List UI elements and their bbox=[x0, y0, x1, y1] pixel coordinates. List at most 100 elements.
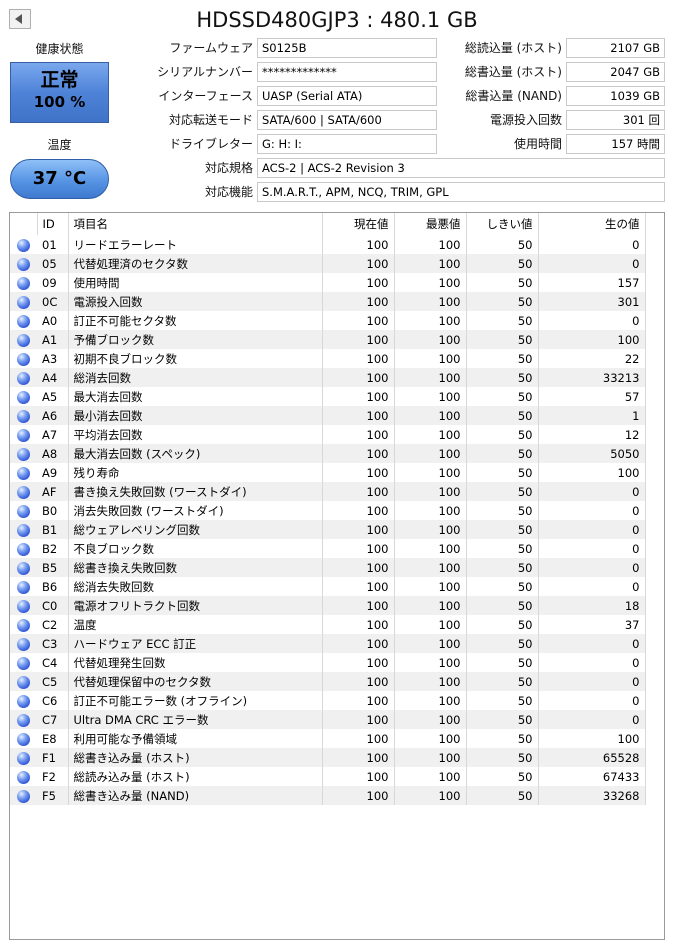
current-value-cell: 100 bbox=[322, 368, 395, 387]
current-value-cell: 100 bbox=[322, 425, 395, 444]
threshold-column-header[interactable]: しきい値 bbox=[466, 213, 539, 235]
smart-row[interactable]: A5 最大消去回数 100 100 50 57 bbox=[10, 387, 646, 406]
health-status-button[interactable]: 正常 100 % bbox=[10, 62, 109, 123]
current-value-cell: 100 bbox=[322, 387, 395, 406]
worst-column-header[interactable]: 最悪値 bbox=[394, 213, 467, 235]
smart-row[interactable]: 09 使用時間 100 100 50 157 bbox=[10, 273, 646, 292]
smart-row[interactable]: AF 書き換え失敗回数 (ワーストダイ) 100 100 50 0 bbox=[10, 482, 646, 501]
worst-value-cell: 100 bbox=[394, 558, 467, 577]
worst-value-cell: 100 bbox=[394, 311, 467, 330]
threshold-cell: 50 bbox=[466, 273, 539, 292]
smart-row[interactable]: B1 総ウェアレベリング回数 100 100 50 0 bbox=[10, 520, 646, 539]
raw-value-cell: 0 bbox=[538, 653, 646, 672]
current-value-cell: 100 bbox=[322, 235, 395, 254]
name-column-header[interactable]: 項目名 bbox=[68, 213, 323, 235]
status-cell bbox=[10, 653, 37, 672]
worst-value-cell: 100 bbox=[394, 254, 467, 273]
smart-row[interactable]: E8 利用可能な予備領域 100 100 50 100 bbox=[10, 729, 646, 748]
transfer-mode-value: SATA/600 | SATA/600 bbox=[257, 110, 437, 130]
firmware-value: S0125B bbox=[257, 38, 437, 58]
threshold-cell: 50 bbox=[466, 387, 539, 406]
smart-row[interactable]: A8 最大消去回数 (スペック) 100 100 50 5050 bbox=[10, 444, 646, 463]
threshold-cell: 50 bbox=[466, 558, 539, 577]
threshold-cell: 50 bbox=[466, 425, 539, 444]
drive-letter-label: ドライブレター bbox=[168, 137, 253, 151]
id-cell: AF bbox=[37, 482, 69, 501]
worst-value-cell: 100 bbox=[394, 330, 467, 349]
threshold-cell: 50 bbox=[466, 710, 539, 729]
raw-value-cell: 12 bbox=[538, 425, 646, 444]
smart-row[interactable]: C0 電源オフリトラクト回数 100 100 50 18 bbox=[10, 596, 646, 615]
smart-row[interactable]: B2 不良ブロック数 100 100 50 0 bbox=[10, 539, 646, 558]
threshold-cell: 50 bbox=[466, 786, 539, 805]
current-column-header[interactable]: 現在値 bbox=[322, 213, 395, 235]
smart-row[interactable]: A6 最小消去回数 100 100 50 1 bbox=[10, 406, 646, 425]
status-cell bbox=[10, 349, 37, 368]
raw-value-cell: 0 bbox=[538, 235, 646, 254]
smart-row[interactable]: 0C 電源投入回数 100 100 50 301 bbox=[10, 292, 646, 311]
smart-row[interactable]: A1 予備ブロック数 100 100 50 100 bbox=[10, 330, 646, 349]
host-writes-label: 総書込量 (ホスト) bbox=[464, 65, 562, 79]
id-column-header[interactable]: ID bbox=[37, 213, 69, 235]
worst-value-cell: 100 bbox=[394, 482, 467, 501]
firmware-label: ファームウェア bbox=[169, 41, 253, 55]
id-cell: B6 bbox=[37, 577, 69, 596]
id-cell: A3 bbox=[37, 349, 69, 368]
smart-row[interactable]: A3 初期不良ブロック数 100 100 50 22 bbox=[10, 349, 646, 368]
raw-value-cell: 0 bbox=[538, 634, 646, 653]
smart-row[interactable]: C3 ハードウェア ECC 訂正 100 100 50 0 bbox=[10, 634, 646, 653]
smart-row[interactable]: C2 温度 100 100 50 37 bbox=[10, 615, 646, 634]
smart-row[interactable]: A0 訂正不可能セクタ数 100 100 50 0 bbox=[10, 311, 646, 330]
raw-value-cell: 67433 bbox=[538, 767, 646, 786]
health-percent: 100 % bbox=[33, 93, 86, 111]
blue-circle-icon bbox=[17, 428, 30, 442]
raw-value-cell: 22 bbox=[538, 349, 646, 368]
status-cell bbox=[10, 273, 37, 292]
nand-writes-value: 1039 GB bbox=[566, 86, 665, 106]
features-value: S.M.A.R.T., APM, NCQ, TRIM, GPL bbox=[257, 182, 665, 202]
status-cell bbox=[10, 634, 37, 653]
smart-row[interactable]: A9 残り寿命 100 100 50 100 bbox=[10, 463, 646, 482]
smart-row[interactable]: F5 総書き込み量 (NAND) 100 100 50 33268 bbox=[10, 786, 646, 805]
threshold-cell: 50 bbox=[466, 368, 539, 387]
temperature-status-button[interactable]: 37 °C bbox=[10, 159, 109, 199]
smart-row[interactable]: F1 総書き込み量 (ホスト) 100 100 50 65528 bbox=[10, 748, 646, 767]
status-cell bbox=[10, 311, 37, 330]
raw-value-cell: 0 bbox=[538, 577, 646, 596]
current-value-cell: 100 bbox=[322, 539, 395, 558]
status-cell bbox=[10, 539, 37, 558]
status-cell bbox=[10, 425, 37, 444]
smart-row[interactable]: 05 代替処理済のセクタ数 100 100 50 0 bbox=[10, 254, 646, 273]
smart-row[interactable]: B5 総書き換え失敗回数 100 100 50 0 bbox=[10, 558, 646, 577]
threshold-cell: 50 bbox=[466, 292, 539, 311]
current-value-cell: 100 bbox=[322, 729, 395, 748]
raw-column-header[interactable]: 生の値 bbox=[538, 213, 646, 235]
threshold-cell: 50 bbox=[466, 767, 539, 786]
smart-row[interactable]: 01 リードエラーレート 100 100 50 0 bbox=[10, 235, 646, 254]
threshold-cell: 50 bbox=[466, 577, 539, 596]
smart-row[interactable]: C6 訂正不可能エラー数 (オフライン) 100 100 50 0 bbox=[10, 691, 646, 710]
status-cell bbox=[10, 444, 37, 463]
nand-writes-label: 総書込量 (NAND) bbox=[465, 89, 562, 103]
smart-row[interactable]: B0 消去失敗回数 (ワーストダイ) 100 100 50 0 bbox=[10, 501, 646, 520]
status-column-header[interactable] bbox=[10, 213, 38, 235]
smart-row[interactable]: C7 Ultra DMA CRC エラー数 100 100 50 0 bbox=[10, 710, 646, 729]
smart-row[interactable]: C5 代替処理保留中のセクタ数 100 100 50 0 bbox=[10, 672, 646, 691]
smart-row[interactable]: A4 総消去回数 100 100 50 33213 bbox=[10, 368, 646, 387]
smart-row[interactable]: C4 代替処理発生回数 100 100 50 0 bbox=[10, 653, 646, 672]
threshold-cell: 50 bbox=[466, 406, 539, 425]
id-cell: A6 bbox=[37, 406, 69, 425]
smart-row[interactable]: F2 総読み込み量 (ホスト) 100 100 50 67433 bbox=[10, 767, 646, 786]
raw-value-cell: 0 bbox=[538, 691, 646, 710]
standard-value: ACS-2 | ACS-2 Revision 3 bbox=[257, 158, 665, 178]
smart-row[interactable]: A7 平均消去回数 100 100 50 12 bbox=[10, 425, 646, 444]
smart-row[interactable]: B6 総消去失敗回数 100 100 50 0 bbox=[10, 577, 646, 596]
id-cell: 09 bbox=[37, 273, 69, 292]
blue-circle-icon bbox=[17, 523, 30, 537]
blue-circle-icon bbox=[17, 618, 30, 632]
smart-attribute-list[interactable]: ID 項目名 現在値 最悪値 しきい値 生の値 01 リードエラーレート 100 10… bbox=[9, 212, 665, 940]
worst-value-cell: 100 bbox=[394, 691, 467, 710]
id-cell: C5 bbox=[37, 672, 69, 691]
raw-value-cell: 157 bbox=[538, 273, 646, 292]
id-cell: 0C bbox=[37, 292, 69, 311]
